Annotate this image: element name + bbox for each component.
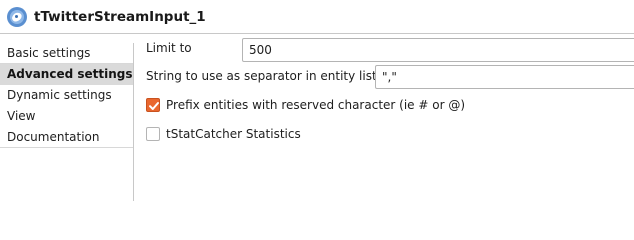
component-title: tTwitterStreamInput_1 xyxy=(34,9,206,25)
sidebar-item-documentation[interactable]: Documentation xyxy=(0,127,133,148)
settings-sidebar: Basic settings Advanced settings Dynamic… xyxy=(0,43,134,201)
prefix-entities-checkbox[interactable] xyxy=(146,98,160,112)
tstatcatcher-label: tStatCatcher Statistics xyxy=(166,127,301,141)
component-title-bar: tTwitterStreamInput_1 xyxy=(0,0,634,34)
separator-label: String to use as separator in entity lis… xyxy=(146,69,383,83)
limit-label: Limit to xyxy=(146,41,192,55)
sidebar-item-dynamic-settings[interactable]: Dynamic settings xyxy=(0,85,133,106)
prefix-entities-label: Prefix entities with reserved character … xyxy=(166,98,466,112)
advanced-settings-panel: Limit to String to use as separator in e… xyxy=(135,35,634,201)
limit-input[interactable] xyxy=(242,38,634,62)
sidebar-item-view[interactable]: View xyxy=(0,106,133,127)
separator-input[interactable] xyxy=(375,65,634,89)
checkmark-icon xyxy=(149,102,159,110)
sidebar-item-basic-settings[interactable]: Basic settings xyxy=(0,43,133,64)
tstatcatcher-checkbox[interactable] xyxy=(146,127,160,141)
sidebar-item-advanced-settings[interactable]: Advanced settings xyxy=(0,64,133,85)
twitter-component-icon xyxy=(6,6,28,28)
